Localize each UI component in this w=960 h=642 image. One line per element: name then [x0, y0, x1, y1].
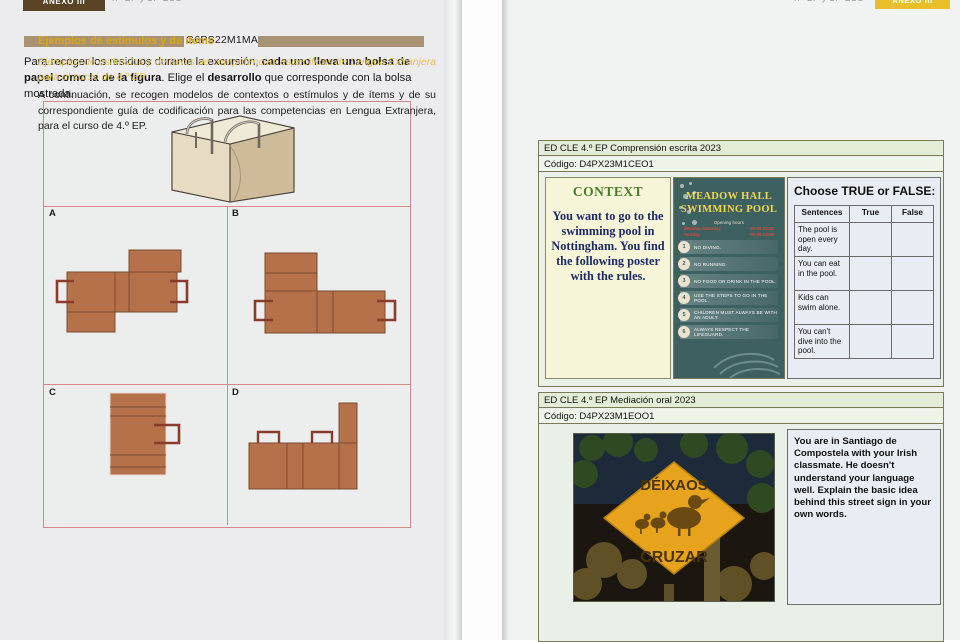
false-cell-2[interactable] — [891, 256, 934, 291]
street-sign-photo: DÉIXAOS CRUZAR — [573, 433, 775, 602]
bubbles-decoration — [678, 182, 704, 234]
column-header-false: False — [891, 205, 934, 223]
table-row: The pool is open every day. — [794, 222, 934, 257]
street-sign-svg: DÉIXAOS CRUZAR — [574, 434, 774, 601]
column-header-sentences: Sentences — [794, 205, 850, 223]
option-d-label: D — [232, 387, 239, 398]
rule-number-3: 3 — [678, 275, 690, 287]
poster-rule-1: 1 NO DIVING. — [678, 240, 778, 254]
option-b-net-svg — [253, 252, 397, 334]
context-panel: CONTEXT You want to go to the swimming p… — [545, 177, 671, 379]
left-page-header-note: 4.º EP y 2.º ESO — [110, 0, 182, 3]
table-row: You can't dive into the pool. — [794, 324, 934, 359]
card2-title: ED CLE 4.º EP Mediación oral 2023 — [539, 393, 943, 408]
rule-number-5: 5 — [678, 309, 690, 321]
poster-rule-4: 4 USE THE STEPS TO GO IN THE POOL. — [678, 291, 778, 305]
card1-code: Código: D4PX23M1CEO1 — [539, 157, 943, 172]
table-row: You can eat in the pool. — [794, 256, 934, 291]
exercise-card-mediation: ED CLE 4.º EP Mediación oral 2023 Código… — [538, 392, 944, 642]
rule-text-6: ALWAYS RESPECT THE LIFEGUARD. — [694, 327, 750, 337]
anexo-badge-right: ANEXO III — [875, 0, 950, 9]
hours-time-2: 09:00-13:00 — [750, 232, 774, 237]
document-two-page-spread: ANEXO III 4.º EP y 2.º ESO G6PS22M1MAO1 … — [0, 0, 960, 642]
true-cell-2[interactable] — [849, 256, 892, 291]
option-a-cell[interactable]: A — [44, 206, 228, 385]
option-a-label: A — [49, 208, 56, 219]
false-cell-4[interactable] — [891, 324, 934, 359]
section-intro-paragraph: A continuación, se recogen modelos de co… — [38, 89, 436, 132]
water-swirl-decoration — [713, 352, 781, 378]
context-heading: CONTEXT — [572, 184, 644, 199]
table-row: Kids can swim alone. — [794, 290, 934, 325]
option-d-net-svg — [248, 402, 358, 490]
poster-rule-2: 2 NO RUNNING. — [678, 257, 778, 271]
rule-text-1: NO DIVING. — [694, 244, 722, 250]
true-false-table: Sentences True False The pool is open ev… — [794, 205, 934, 359]
card2-code: Código: D4PX23M1EOO1 — [539, 409, 943, 424]
option-c-cell[interactable]: C — [44, 385, 228, 525]
hours-time-1: 06:00-22:00 — [750, 226, 774, 231]
table-header-row: Sentences True False — [794, 205, 934, 223]
sign-bottom-text: CRUZAR — [640, 549, 708, 566]
poster-rule-5: 5 CHILDREN MUST ALWAYS BE WITH AN ADULT. — [678, 308, 778, 322]
anexo-badge-left: ANEXO III — [22, 0, 106, 12]
option-c-label: C — [49, 387, 56, 398]
option-d-cell[interactable]: D — [227, 385, 410, 525]
option-a-net-svg — [55, 249, 189, 333]
sentence-cell-4: You can't dive into the pool. — [794, 324, 850, 359]
rule-text-5: CHILDREN MUST ALWAYS BE WITH AN ADULT. — [694, 310, 778, 320]
sign-top-text: DÉIXAOS — [640, 477, 708, 494]
option-c-net-svg — [109, 392, 181, 476]
poster-rule-3: 3 NO FOOD OR DRINK IN THE POOL. — [678, 274, 778, 288]
right-page-header-note: 4.º EP y 2.º ESO — [792, 0, 864, 3]
rule-number-6: 6 — [678, 326, 690, 338]
swimming-pool-poster: MEADOW HALL SWIMMING POOL Opening hours … — [673, 177, 785, 379]
false-cell-3[interactable] — [891, 290, 934, 325]
mediation-task-panel: You are in Santiago de Compostela with y… — [787, 429, 941, 605]
true-false-item: Choose TRUE or FALSE: Sentences True Fal… — [787, 177, 941, 379]
rule-number-1: 1 — [678, 241, 690, 253]
true-cell-4[interactable] — [849, 324, 892, 359]
section-heading: Ejemplos de estímulos y de ítems — [38, 35, 215, 47]
sentence-cell-1: The pool is open every day. — [794, 222, 850, 257]
option-b-cell[interactable]: B — [227, 206, 410, 385]
rule-text-2: NO RUNNING. — [694, 261, 728, 267]
figure-answer-grid: A B C D — [43, 101, 411, 528]
rule-number-2: 2 — [678, 258, 690, 270]
item-instruction: Choose TRUE or FALSE: — [794, 184, 936, 198]
rule-text-3: NO FOOD OR DRINK IN THE POOL. — [694, 278, 777, 284]
section-subheading: Ejemplos de estímulos y de ítems de comp… — [38, 56, 437, 83]
option-b-label: B — [232, 208, 239, 219]
poster-rule-6: 6 ALWAYS RESPECT THE LIFEGUARD. — [678, 325, 778, 339]
exercise-card-reading: ED CLE 4.º EP Comprensión escrita 2023 C… — [538, 140, 944, 387]
rule-text-4: USE THE STEPS TO GO IN THE POOL. — [694, 293, 768, 303]
sentence-cell-3: Kids can swim alone. — [794, 290, 850, 325]
true-cell-1[interactable] — [849, 222, 892, 257]
column-header-true: True — [849, 205, 892, 223]
true-cell-3[interactable] — [849, 290, 892, 325]
rule-number-4: 4 — [678, 292, 690, 304]
false-cell-1[interactable] — [891, 222, 934, 257]
context-text: You want to go to the swimming pool in N… — [551, 209, 665, 283]
card1-title: ED CLE 4.º EP Comprensión escrita 2023 — [539, 141, 943, 156]
sentence-cell-2: You can eat in the pool. — [794, 256, 850, 291]
mediation-task-text: You are in Santiago de Compostela with y… — [794, 436, 931, 521]
